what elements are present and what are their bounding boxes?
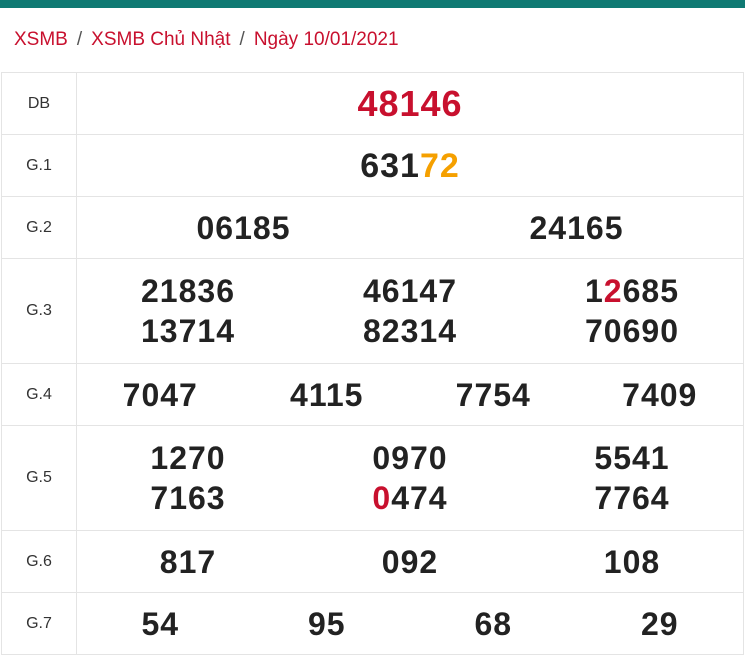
breadcrumb-link-date[interactable]: Ngày 10/01/2021 <box>254 29 399 51</box>
number-g7: 95 <box>307 605 346 642</box>
prize-label: G.3 <box>1 258 77 364</box>
number-plain-part: 1 <box>585 273 604 309</box>
number-g2: 06185 <box>196 209 291 246</box>
breadcrumb: XSMB / XSMB Chủ Nhật / Ngày 10/01/2021 <box>0 8 745 72</box>
number-g5: 1270 <box>77 438 299 478</box>
breadcrumb-separator: / <box>76 29 83 50</box>
number-highlight-part: 0 <box>372 480 392 516</box>
breadcrumb-separator: / <box>239 29 245 50</box>
number-g5: 7764 <box>521 478 743 518</box>
number-g7: 29 <box>640 605 679 642</box>
number-g4: 7047 <box>122 376 198 413</box>
number-plain-part: 82314 <box>363 313 457 349</box>
number-plain-part: 70690 <box>585 313 679 349</box>
prize-label: G.5 <box>1 425 77 531</box>
number-plain-part: 7764 <box>594 480 670 516</box>
prize-label: G.6 <box>1 530 77 593</box>
number-db: 48146 <box>357 82 463 124</box>
number-g5: 7163 <box>77 478 299 518</box>
number-plain-part: 13714 <box>141 313 235 349</box>
prize-numbers: 06185 24165 <box>76 196 744 259</box>
prize-row-g6: G.6 817 092 108 <box>1 530 744 593</box>
prize-label: G.4 <box>1 363 77 426</box>
number-g6: 108 <box>603 543 661 580</box>
prize-label: G.2 <box>1 196 77 259</box>
prize-label: DB <box>1 72 77 135</box>
prize-numbers: 54 95 68 29 <box>76 592 744 655</box>
prize-row-g1: G.1 63172 <box>1 134 744 197</box>
number-plain-part: 5541 <box>594 440 670 476</box>
number-plain-part: 21836 <box>141 273 235 309</box>
number-g3: 13714 <box>77 311 299 351</box>
number-g4: 7409 <box>622 376 698 413</box>
number-plain-part: 46147 <box>363 273 457 309</box>
number-g4: 4115 <box>290 376 364 413</box>
number-g6: 092 <box>381 543 439 580</box>
prize-row-g5: G.5 1270 0970 5541 7163 0474 7764 <box>1 425 744 531</box>
prize-row-g2: G.2 06185 24165 <box>1 196 744 259</box>
prize-numbers: 21836 46147 12685 13714 82314 70690 <box>76 258 744 364</box>
number-g5: 0970 <box>299 438 521 478</box>
prize-numbers: 63172 <box>76 134 744 197</box>
number-plain-part: 474 <box>391 480 448 516</box>
prize-label: G.1 <box>1 134 77 197</box>
number-plain-part: 631 <box>360 146 420 185</box>
number-g3: 21836 <box>77 271 299 311</box>
number-g4: 7754 <box>455 376 531 413</box>
prize-numbers: 7047 4115 7754 7409 <box>76 363 744 426</box>
number-g6: 817 <box>159 543 217 580</box>
prize-numbers: 48146 <box>76 72 744 135</box>
number-g3: 70690 <box>521 311 743 351</box>
top-accent-bar <box>0 0 745 8</box>
number-plain-part: 1270 <box>150 440 226 476</box>
breadcrumb-link-xsmb[interactable]: XSMB <box>14 29 68 51</box>
prize-row-g7: G.7 54 95 68 29 <box>1 592 744 655</box>
prize-row-g3: G.3 21836 46147 12685 13714 82314 70690 <box>1 258 744 364</box>
prize-numbers: 817 092 108 <box>76 530 744 593</box>
number-g2: 24165 <box>529 209 624 246</box>
number-g7: 68 <box>474 605 513 642</box>
number-g3: 82314 <box>299 311 521 351</box>
prize-numbers: 1270 0970 5541 7163 0474 7764 <box>76 425 744 531</box>
prize-row-db: DB 48146 <box>1 72 744 135</box>
number-g1: 63172 <box>77 146 743 186</box>
breadcrumb-link-day[interactable]: XSMB Chủ Nhật <box>91 29 230 51</box>
number-g7: 54 <box>141 605 180 642</box>
number-plain-part: 0970 <box>372 440 448 476</box>
results-table: DB 48146 G.1 63172 G.2 06185 24165 G.3 2… <box>1 72 744 655</box>
number-g5: 5541 <box>521 438 743 478</box>
number-plain-part: 7163 <box>150 480 226 516</box>
number-plain-part: 685 <box>622 273 679 309</box>
number-g3: 12685 <box>521 271 743 311</box>
prize-label: G.7 <box>1 592 77 655</box>
number-highlight-part: 72 <box>419 146 460 185</box>
number-highlight-part: 2 <box>603 273 623 309</box>
prize-row-g4: G.4 7047 4115 7754 7409 <box>1 363 744 426</box>
number-g3: 46147 <box>299 271 521 311</box>
number-g5: 0474 <box>299 478 521 518</box>
